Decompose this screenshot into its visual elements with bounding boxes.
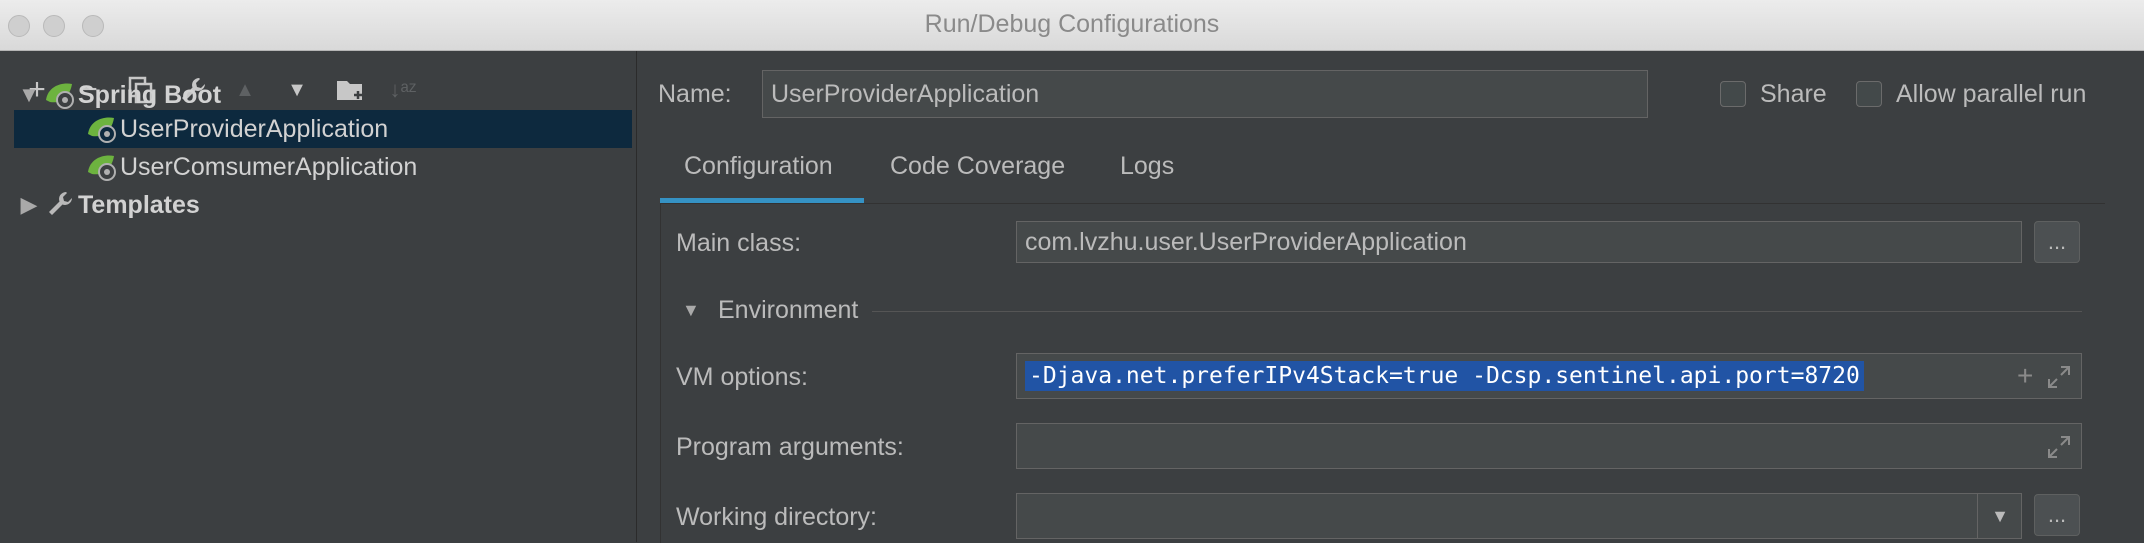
collapsed-arrow-icon[interactable]: ▶ bbox=[14, 192, 44, 218]
templates-label: Templates bbox=[78, 190, 200, 219]
wrench-icon bbox=[49, 192, 72, 215]
plus-icon[interactable]: + bbox=[2017, 360, 2033, 392]
tree-item-user-comsumer-application[interactable]: UserComsumerApplication bbox=[14, 148, 632, 186]
main-class-label: Main class: bbox=[676, 229, 802, 257]
expand-icon[interactable] bbox=[2047, 365, 2071, 389]
allow-parallel-run-label: Allow parallel run bbox=[1896, 80, 2087, 108]
spring-boot-app-icon bbox=[88, 155, 116, 181]
vm-options-label: VM options: bbox=[676, 363, 809, 391]
name-value: UserProviderApplication bbox=[771, 79, 1040, 108]
title-bar: Run/Debug Configurations bbox=[0, 0, 2144, 51]
environment-collapse-icon[interactable]: ▼ bbox=[682, 300, 700, 321]
configurations-tree-panel: + − ▲ ▼ ↓ᵃᶻ ▼ Spring Boot UserProviderAp… bbox=[0, 51, 637, 542]
program-arguments-label: Program arguments: bbox=[676, 433, 904, 461]
main-class-input[interactable]: com.lvzhu.user.UserProviderApplication bbox=[1016, 221, 2022, 263]
spring-boot-app-icon bbox=[88, 117, 116, 143]
spring-boot-icon bbox=[46, 83, 74, 109]
main-class-browse-button[interactable]: ... bbox=[2034, 221, 2080, 263]
allow-parallel-run-checkbox[interactable] bbox=[1856, 81, 1882, 107]
share-label: Share bbox=[1760, 80, 1827, 108]
tab-code-coverage[interactable]: Code Coverage bbox=[890, 152, 1065, 181]
working-directory-dropdown-button[interactable]: ▼ bbox=[1977, 494, 2022, 538]
expand-icon[interactable] bbox=[2047, 435, 2071, 459]
tree-group-templates[interactable]: ▶ Templates bbox=[14, 186, 632, 224]
environment-divider bbox=[872, 311, 2082, 312]
working-directory-label: Working directory: bbox=[676, 503, 877, 531]
working-directory-input[interactable]: ▼ bbox=[1016, 493, 2022, 539]
tree-item-user-provider-application[interactable]: UserProviderApplication bbox=[14, 110, 632, 148]
tab-logs[interactable]: Logs bbox=[1120, 152, 1174, 181]
window-title: Run/Debug Configurations bbox=[924, 10, 1220, 38]
vm-options-value: -Djava.net.preferIPv4Stack=true -Dcsp.se… bbox=[1025, 361, 1864, 391]
environment-label: Environment bbox=[718, 296, 859, 324]
chevron-down-icon: ▼ bbox=[1991, 505, 2009, 526]
vm-options-input[interactable]: -Djava.net.preferIPv4Stack=true -Dcsp.se… bbox=[1016, 353, 2082, 399]
working-directory-browse-button[interactable]: ... bbox=[2034, 494, 2080, 536]
main-class-value: com.lvzhu.user.UserProviderApplication bbox=[1025, 227, 1467, 256]
tab-configuration[interactable]: Configuration bbox=[684, 152, 833, 181]
expanded-arrow-icon[interactable]: ▼ bbox=[14, 82, 44, 108]
tree-item-label: UserComsumerApplication bbox=[120, 152, 418, 181]
name-label: Name: bbox=[658, 80, 732, 108]
name-input[interactable]: UserProviderApplication bbox=[762, 70, 1648, 118]
share-checkbox[interactable] bbox=[1720, 81, 1746, 107]
program-arguments-input[interactable] bbox=[1016, 423, 2082, 469]
tree-item-label: UserProviderApplication bbox=[120, 114, 389, 143]
spring-boot-label: Spring Boot bbox=[78, 80, 222, 109]
tree-group-spring-boot[interactable]: ▼ Spring Boot bbox=[14, 76, 632, 114]
